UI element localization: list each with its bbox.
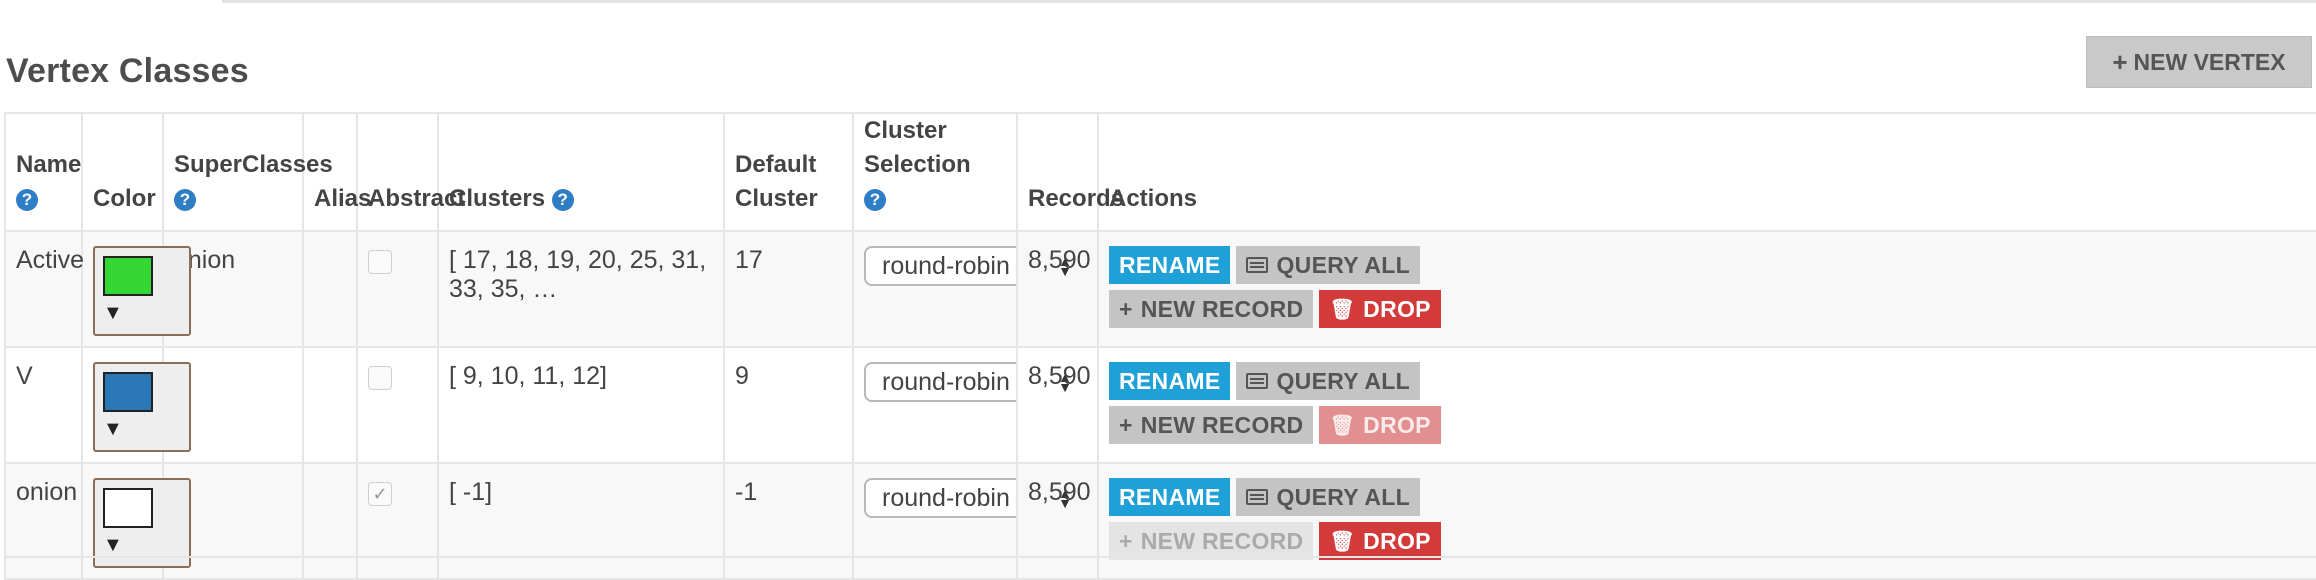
query-all-button[interactable]: QUERY ALL	[1236, 246, 1420, 284]
new-vertex-label: NEW VERTEX	[2133, 48, 2286, 75]
cell-default-cluster: -1	[723, 462, 854, 580]
cell-name: Active	[4, 230, 85, 348]
rename-button[interactable]: RENAME	[1109, 478, 1231, 516]
trash-icon: 🗑	[1329, 298, 1356, 321]
help-icon[interactable]: ?	[864, 188, 886, 211]
abstract-checkbox[interactable]: ✓	[368, 482, 392, 506]
col-records: Records	[1016, 112, 1124, 232]
table-row: onion ▼ V ✓ [ -1] -1 round-robin ▲▼ 8,59…	[4, 462, 2316, 580]
abstract-checkbox[interactable]	[368, 366, 392, 390]
cell-default-cluster: 9	[723, 346, 854, 464]
trash-icon: 🗑	[1329, 530, 1356, 553]
query-all-button[interactable]: QUERY ALL	[1236, 362, 1420, 400]
caret-down-icon: ▼	[103, 302, 123, 324]
cell-abstract	[356, 346, 439, 464]
cell-cluster-selection: round-robin ▲▼	[852, 230, 1084, 348]
class-name: V	[16, 362, 33, 390]
page-title: Vertex Classes	[6, 52, 249, 90]
rename-button[interactable]: RENAME	[1109, 362, 1231, 400]
table-bottom-border	[4, 556, 2316, 558]
col-abstract: Abstract	[356, 112, 465, 232]
cell-clusters: [ 9, 10, 11, 12]	[437, 346, 725, 464]
cell-alias	[302, 462, 358, 580]
col-superclasses[interactable]: SuperClasses?	[162, 112, 333, 232]
cell-color: ▼	[81, 462, 191, 580]
caret-down-icon: ▼	[103, 418, 123, 440]
trash-icon: 🗑	[1329, 414, 1356, 437]
drop-button[interactable]: 🗑 DROP	[1319, 290, 1441, 328]
cell-records: 8,590	[1016, 230, 1099, 348]
help-icon[interactable]: ?	[174, 188, 196, 211]
section-header: Vertex Classes + NEW VERTEX	[0, 36, 2316, 96]
color-picker-button[interactable]: ▼	[93, 478, 191, 568]
col-actions: Actions	[1097, 112, 2316, 232]
table-icon	[1246, 489, 1269, 505]
cell-cluster-selection: round-robin ▲▼	[852, 462, 1084, 580]
plus-icon: +	[1119, 411, 1133, 438]
cell-name: V	[4, 346, 83, 464]
cell-actions: RENAME QUERY ALL + NEW RECORD 🗑 DROP	[1097, 230, 2316, 348]
table-icon	[1246, 257, 1269, 273]
table-icon	[1246, 373, 1269, 389]
color-swatch	[103, 256, 153, 296]
help-icon[interactable]: ?	[16, 188, 38, 211]
rename-button[interactable]: RENAME	[1109, 246, 1231, 284]
cell-actions: RENAME QUERY ALL + NEW RECORD 🗑 DROP	[1097, 462, 2316, 580]
cluster-selection-value: round-robin	[882, 251, 1010, 280]
color-picker-button[interactable]: ▼	[93, 246, 191, 336]
cell-name: onion	[4, 462, 83, 580]
tab-bar-edge	[222, 0, 2316, 3]
table-header-row: Name? Color SuperClasses? Alias Abstract…	[4, 112, 2316, 232]
class-name: Active	[16, 246, 85, 274]
vertex-classes-table: Name? Color SuperClasses? Alias Abstract…	[4, 112, 2316, 580]
color-swatch	[103, 372, 153, 412]
caret-down-icon: ▼	[103, 534, 123, 556]
cell-cluster-selection: round-robin ▲▼	[852, 346, 1084, 464]
col-cluster-selection[interactable]: Cluster Selection?	[852, 112, 1018, 232]
drop-button[interactable]: 🗑 DROP	[1319, 406, 1441, 444]
plus-icon: +	[2112, 47, 2128, 77]
cell-actions: RENAME QUERY ALL + NEW RECORD 🗑 DROP	[1097, 346, 2316, 464]
col-color: Color	[81, 112, 164, 232]
cell-color: ▼	[81, 230, 191, 348]
cell-clusters: [ -1]	[437, 462, 725, 580]
cell-records: 8,590	[1016, 462, 1099, 580]
top-border	[0, 0, 2316, 4]
new-record-button[interactable]: + NEW RECORD	[1109, 522, 1314, 560]
table-row: V ▼ [ 9, 10, 11, 12] 9 round-robin ▲▼ 8,…	[4, 346, 2316, 464]
cell-abstract	[356, 230, 439, 348]
col-clusters[interactable]: Clusters ?	[437, 112, 725, 232]
abstract-checkbox[interactable]	[368, 250, 392, 274]
cell-color: ▼	[81, 346, 191, 464]
class-name: onion	[16, 478, 78, 506]
plus-icon: +	[1119, 295, 1133, 322]
new-vertex-button[interactable]: + NEW VERTEX	[2086, 36, 2312, 88]
cell-abstract: ✓	[356, 462, 439, 580]
query-all-button[interactable]: QUERY ALL	[1236, 478, 1420, 516]
cell-default-cluster: 17	[723, 230, 854, 348]
color-swatch	[103, 488, 153, 528]
cell-alias	[302, 346, 358, 464]
table-row: Active ▼ onion [ 17, 18, 19, 20, 25, 31,…	[4, 230, 2316, 348]
cell-alias	[302, 230, 358, 348]
cluster-selection-value: round-robin	[882, 367, 1010, 396]
help-icon[interactable]: ?	[551, 188, 574, 211]
col-default-cluster: Default Cluster	[723, 112, 854, 232]
new-record-button[interactable]: + NEW RECORD	[1109, 406, 1314, 444]
new-record-button[interactable]: + NEW RECORD	[1109, 290, 1314, 328]
cluster-selection-value: round-robin	[882, 483, 1010, 512]
plus-icon: +	[1119, 527, 1133, 554]
col-name[interactable]: Name?	[4, 112, 83, 232]
cell-clusters: [ 17, 18, 19, 20, 25, 31, 33, 35, …	[437, 230, 725, 348]
color-picker-button[interactable]: ▼	[93, 362, 191, 452]
cell-records: 8,590	[1016, 346, 1099, 464]
drop-button[interactable]: 🗑 DROP	[1319, 522, 1441, 560]
